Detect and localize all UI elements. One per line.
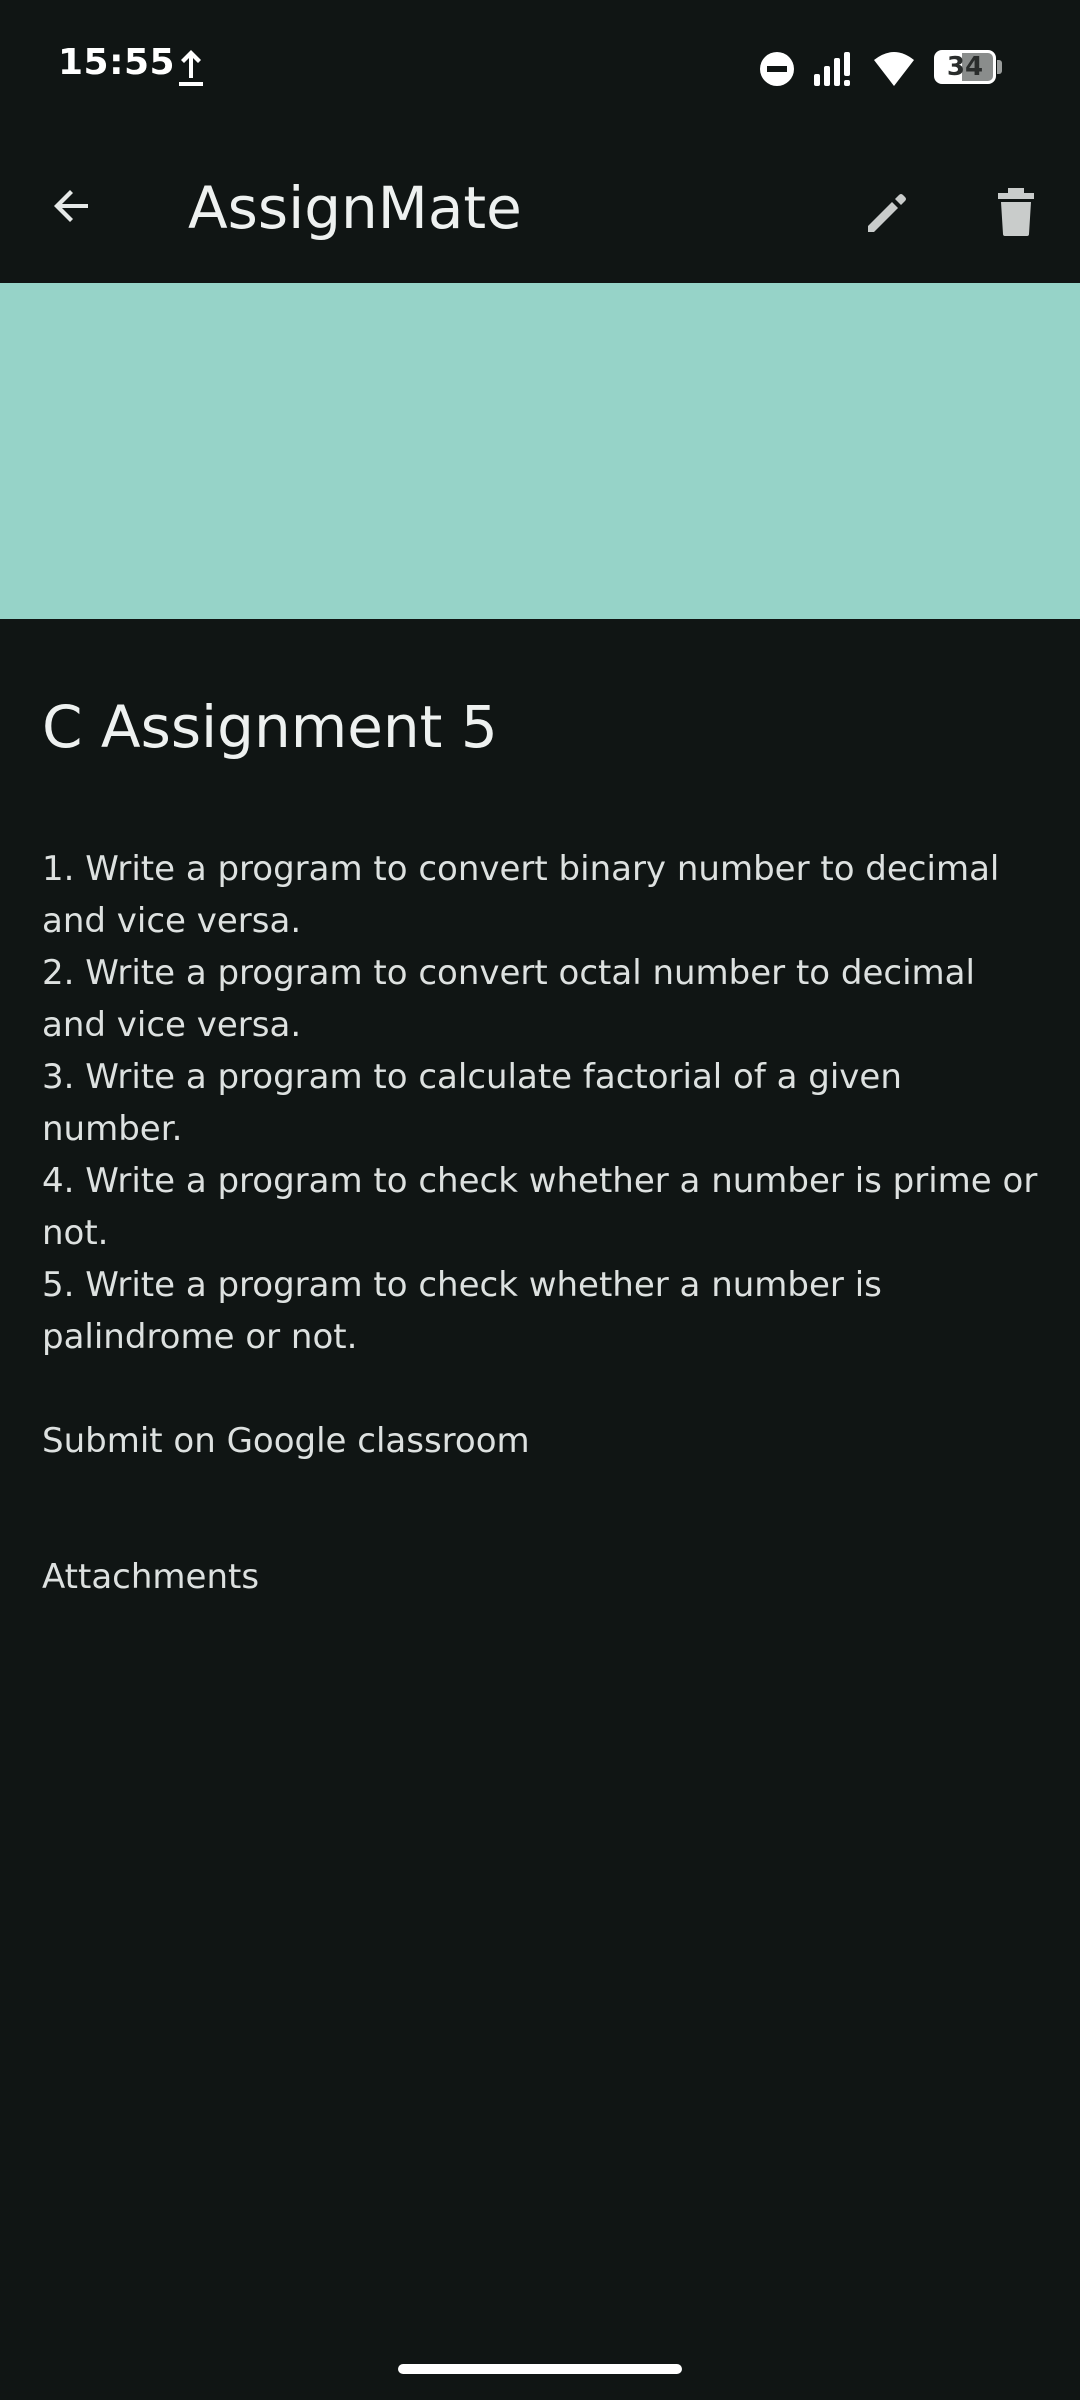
- submit-note: Submit on Google classroom: [42, 1421, 530, 1462]
- delete-button[interactable]: [980, 176, 1052, 248]
- description-item: 5. Write a program to check whether a nu…: [42, 1265, 882, 1358]
- description-item: 4. Write a program to check whether a nu…: [42, 1161, 1038, 1254]
- battery-level: 34: [946, 52, 984, 82]
- wifi-icon: [872, 48, 916, 88]
- back-button[interactable]: [36, 170, 108, 242]
- header-banner: [0, 283, 1080, 619]
- upload-icon: [176, 46, 206, 88]
- description-item: 1. Write a program to convert binary num…: [42, 849, 1000, 942]
- trash-icon: [998, 188, 1034, 236]
- assignment-description: 1. Write a program to convert binary num…: [42, 843, 1042, 1363]
- battery-icon: 34: [934, 50, 1004, 84]
- status-time: 15:55: [58, 42, 176, 83]
- description-item: 2. Write a program to convert octal numb…: [42, 953, 975, 1046]
- app-bar: AssignMate: [0, 120, 1080, 283]
- app-title: AssignMate: [188, 174, 522, 242]
- assignment-title: C Assignment 5: [42, 693, 498, 761]
- status-bar: 15:55 34: [0, 0, 1080, 120]
- description-item: 3. Write a program to calculate factoria…: [42, 1057, 902, 1150]
- edit-button[interactable]: [852, 176, 924, 248]
- home-indicator[interactable]: [398, 2364, 682, 2374]
- signal-icon: [812, 50, 862, 88]
- attachments-label: Attachments: [42, 1557, 260, 1598]
- assignment-content: C Assignment 5 1. Write a program to con…: [42, 690, 1042, 1603]
- back-arrow-icon: [54, 190, 88, 222]
- edit-pencil-icon: [868, 194, 906, 232]
- do-not-disturb-icon: [758, 50, 796, 88]
